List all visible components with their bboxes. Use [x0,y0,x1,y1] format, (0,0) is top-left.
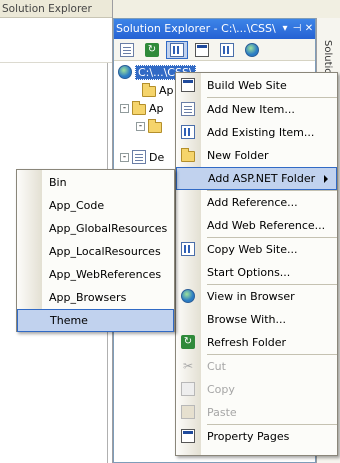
add-new-item-icon [181,102,195,116]
menu-item-copy: Copy [176,378,337,401]
refresh-button[interactable]: ↻ [141,41,163,59]
menu-item-label: Add ASP.NET Folder [208,172,316,185]
asp-config-button[interactable] [241,41,263,59]
properties-icon [120,42,134,57]
refresh-icon: ↻ [145,42,159,57]
tree-node-label: De [149,150,165,164]
asp-config-icon [245,42,259,57]
nest-files-icon [170,42,184,57]
folder-icon [148,119,162,133]
submenu-item-app-localresources[interactable]: App_LocalResources [17,240,174,263]
menu-item-browse-with[interactable]: Browse With... [176,308,337,331]
submenu-item-app-webreferences[interactable]: App_WebReferences [17,263,174,286]
menu-item-label: App_WebReferences [49,268,162,281]
build-icon [181,78,195,92]
menu-item-start-options[interactable]: Start Options... [176,261,337,284]
tree-node-folder[interactable]: - Ap [120,100,164,116]
view-in-browser-icon [181,289,195,303]
menu-item-new-folder[interactable]: New Folder [176,144,337,167]
nest-files-button[interactable] [166,40,188,59]
folder-icon [132,101,146,115]
menu-item-label: Add Reference... [207,196,298,209]
website-icon [118,65,132,79]
window-position-dropdown-icon[interactable]: ▾ [279,19,291,39]
solution-explorer-title: Solution Explorer - C:\...\CSS\ [116,22,276,35]
view-code-button[interactable] [191,41,213,59]
properties-button[interactable] [116,41,138,59]
collapse-icon[interactable]: - [136,121,145,131]
menu-item-refresh-folder[interactable]: ↻ Refresh Folder [176,331,337,354]
menu-item-build-web-site[interactable]: Build Web Site [176,74,337,97]
copy-website-button[interactable] [216,41,238,59]
submenu-item-theme[interactable]: Theme [17,309,174,332]
refresh-icon: ↻ [181,335,195,349]
menu-item-view-in-browser[interactable]: View in Browser [176,285,337,308]
menu-item-property-pages[interactable]: Property Pages [176,425,337,448]
solution-explorer-toolbar: ↻ [114,39,315,61]
menu-item-paste: Paste [176,401,337,424]
copy-website-icon [181,242,195,256]
copy-icon [181,382,195,396]
submenu-arrow-icon [324,175,328,183]
add-existing-item-icon [181,125,195,139]
menu-item-label: Start Options... [207,266,291,279]
context-menu: Build Web Site Add New Item... Add Exist… [175,72,338,456]
left-window-title: Solution Explorer [0,0,112,18]
left-window-toolbar [0,18,112,63]
menu-item-label: App_Code [49,199,105,212]
collapse-icon[interactable]: - [120,152,129,162]
cut-icon: ✂ [182,359,194,373]
menu-item-copy-web-site[interactable]: Copy Web Site... [176,238,337,261]
menu-item-label: Add Existing Item... [207,126,315,139]
new-folder-icon [181,148,195,162]
folder-icon [142,83,156,97]
submenu-item-app-browsers[interactable]: App_Browsers [17,286,174,309]
menu-item-add-new-item[interactable]: Add New Item... [176,98,337,121]
menu-item-add-aspnet-folder[interactable]: Add ASP.NET Folder [176,167,337,190]
tree-node-subfolder[interactable]: - [136,118,162,134]
view-code-icon [195,42,209,57]
collapse-icon[interactable]: - [120,103,129,113]
submenu-item-app-code[interactable]: App_Code [17,194,174,217]
property-pages-icon [181,429,195,443]
submenu-item-bin[interactable]: Bin [17,171,174,194]
tree-node-label: Ap [149,101,164,115]
paste-icon [181,405,195,419]
menu-item-cut: ✂ Cut [176,355,337,378]
menu-item-label: App_GlobalResources [49,222,168,235]
menu-item-label: App_Browsers [49,291,127,304]
tree-node-folder[interactable]: Ap [142,82,174,98]
menu-item-label: App_LocalResources [49,245,161,258]
page-icon [132,150,146,164]
menu-item-add-reference[interactable]: Add Reference... [176,191,337,214]
auto-hide-pin-icon[interactable]: ⊣ [291,19,303,39]
tree-node-label: Ap [159,83,174,97]
aspnet-folder-submenu: Bin App_Code App_GlobalResources App_Loc… [16,169,175,332]
copy-website-icon [220,42,234,57]
menu-item-label: Theme [50,314,88,327]
close-icon[interactable]: ✕ [303,19,315,39]
menu-item-add-web-reference[interactable]: Add Web Reference... [176,214,337,237]
menu-item-add-existing-item[interactable]: Add Existing Item... [176,121,337,144]
tree-node-page[interactable]: - De [120,149,164,165]
side-strip-tab[interactable]: Solutio [322,40,333,74]
solution-explorer-titlebar[interactable]: Solution Explorer - C:\...\CSS\ ▾ ⊣ ✕ [114,19,315,39]
menu-item-label: Add Web Reference... [207,219,326,232]
menu-item-label: Bin [49,176,67,189]
submenu-item-app-globalresources[interactable]: App_GlobalResources [17,217,174,240]
menu-item-label: Browse With... [207,313,287,326]
